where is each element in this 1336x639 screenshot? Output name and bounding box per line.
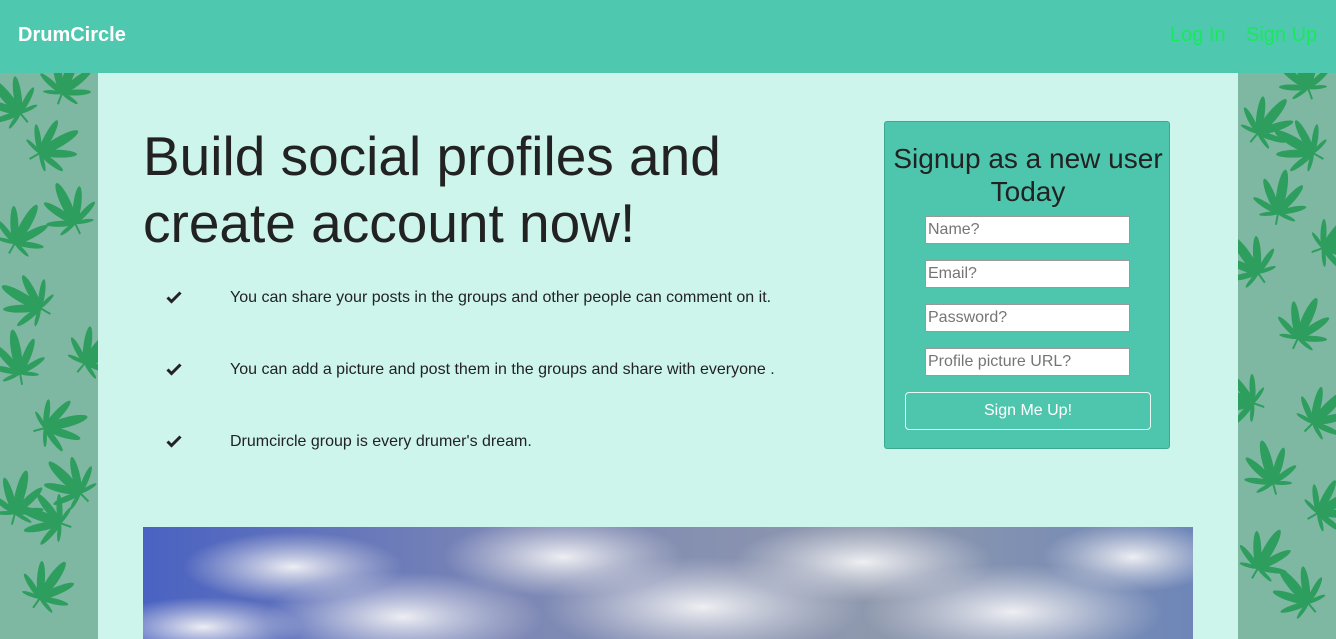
cannabis-leaf-icon bbox=[1238, 73, 1336, 632]
name-input[interactable] bbox=[925, 216, 1130, 244]
feature-text: Drumcircle group is every drumer's dream… bbox=[230, 433, 532, 450]
cannabis-leaf-pattern-right bbox=[1238, 73, 1336, 639]
feature-text: You can share your posts in the groups a… bbox=[230, 289, 772, 306]
navbar: DrumCircle Log In Sign Up bbox=[0, 0, 1336, 73]
signup-form: Signup as a new user Today Sign Me Up! bbox=[884, 121, 1170, 449]
cannabis-leaf-icon bbox=[0, 73, 98, 625]
signup-link[interactable]: Sign Up bbox=[1246, 24, 1317, 47]
sign-me-up-button[interactable]: Sign Me Up! bbox=[905, 392, 1151, 430]
cannabis-leaf-pattern-left bbox=[0, 73, 98, 639]
email-input[interactable] bbox=[925, 260, 1130, 288]
login-link[interactable]: Log In bbox=[1170, 24, 1226, 47]
page-title: Build social profiles and create account… bbox=[143, 125, 721, 254]
check-icon bbox=[166, 435, 182, 448]
profile-picture-url-input[interactable] bbox=[925, 348, 1130, 376]
signup-title: Signup as a new user Today bbox=[893, 143, 1163, 207]
feature-text: You can add a picture and post them in t… bbox=[230, 361, 775, 378]
cloudy-sky-image bbox=[143, 527, 1193, 639]
brand-logo-link[interactable]: DrumCircle bbox=[18, 24, 126, 47]
main-content: Build social profiles and create account… bbox=[98, 73, 1238, 639]
check-icon bbox=[166, 291, 182, 304]
check-icon bbox=[166, 363, 182, 376]
password-input[interactable] bbox=[925, 304, 1130, 332]
